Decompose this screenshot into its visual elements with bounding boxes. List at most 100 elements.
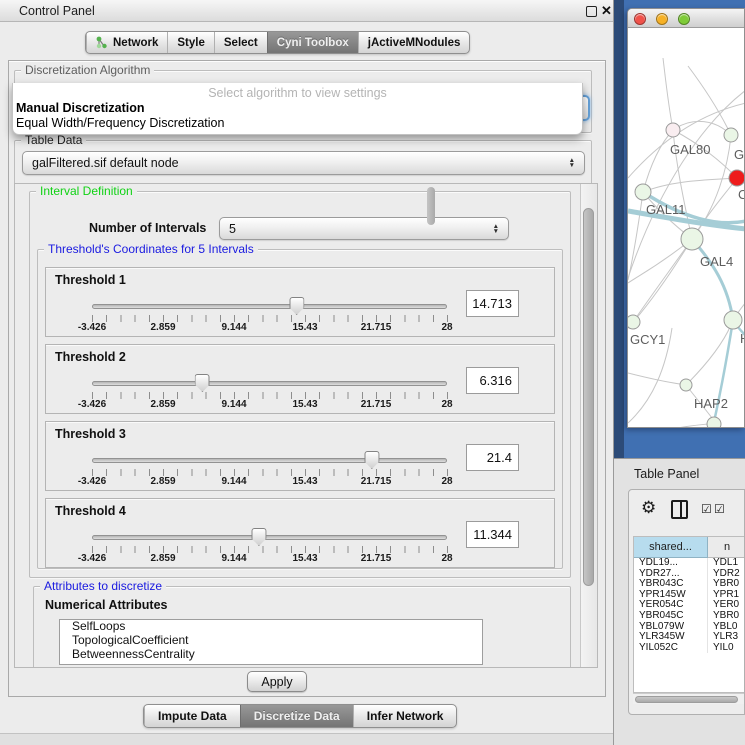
network-node — [707, 417, 721, 428]
window-edge-shadow — [614, 0, 624, 458]
threshold-row: Threshold 4 -3.4262.8599.14415.4321.7152… — [45, 498, 555, 568]
table-row[interactable]: YDL19... YDL1 — [634, 558, 745, 569]
slider-scale: -3.4262.8599.14415.4321.71528 — [92, 553, 447, 565]
table-cell[interactable]: YIL052C — [634, 643, 708, 654]
table-cell[interactable]: YIL0 — [708, 643, 745, 654]
table-row[interactable]: YBR045C YBR0 — [634, 611, 745, 622]
tick-label: -3.426 — [78, 553, 106, 564]
numerical-attributes-list[interactable]: SelfLoopsTopologicalCoefficientBetweenne… — [59, 619, 483, 665]
slider-thumb[interactable] — [364, 451, 379, 469]
checkbox-icon[interactable]: ☑ — [701, 502, 712, 516]
table-cell[interactable]: YBL079W — [634, 622, 708, 633]
top-tab[interactable]: jActiveMNodules — [358, 32, 470, 53]
horizontal-scrollbar-thumb[interactable] — [635, 696, 738, 703]
tick-label: 21.715 — [361, 322, 392, 333]
threshold-slider-track[interactable] — [92, 381, 447, 386]
vertical-scrollbar-thumb[interactable] — [583, 208, 594, 586]
tick-label: 28 — [441, 553, 452, 564]
close-icon[interactable]: ✕ — [601, 3, 612, 19]
table-cell[interactable]: YLR3 — [708, 632, 745, 643]
table-cell[interactable]: YDR2 — [708, 569, 745, 580]
table-row[interactable]: YLR345W YLR3 — [634, 632, 745, 643]
table-cell[interactable]: YPR145W — [634, 590, 708, 601]
number-of-intervals-combobox[interactable]: 5 ▲▼ — [219, 217, 509, 240]
table-row[interactable]: YDR27... YDR2 — [634, 569, 745, 580]
slider-thumb[interactable] — [195, 374, 210, 392]
table-toolbar: ⚙ ☑ ☑ — [629, 490, 744, 530]
table-rows: YDL19... YDL1 YDR27... YDR2 YBR043C YBR0… — [634, 558, 745, 653]
attributes-list-scrollbar[interactable] — [427, 187, 435, 225]
top-tab[interactable]: Cyni Toolbox — [267, 32, 358, 53]
checkbox-icon[interactable]: ☑ — [714, 502, 725, 516]
threshold-value-field[interactable]: 21.4 — [466, 444, 519, 471]
table-cell[interactable]: YER0 — [708, 600, 745, 611]
threshold-value-field[interactable]: 14.713 — [466, 290, 519, 317]
column-header-name[interactable]: n — [708, 537, 745, 558]
top-tab-label: Network — [113, 37, 158, 49]
table-row[interactable]: YER054C YER0 — [634, 600, 745, 611]
threshold-slider-track[interactable] — [92, 304, 447, 309]
attribute-list-item[interactable]: TopologicalCoefficient — [60, 634, 482, 648]
table-data-combobox[interactable]: galFiltered.sif default node ▲▼ — [22, 151, 585, 175]
threshold-row: Threshold 3 -3.4262.8599.14415.4321.7152… — [45, 421, 555, 491]
tick-label: 15.43 — [292, 399, 317, 410]
table-cell[interactable]: YDR27... — [634, 569, 708, 580]
bottom-tab[interactable]: Infer Network — [353, 705, 457, 727]
attributes-group-title: Attributes to discretize — [40, 579, 166, 593]
attribute-list-item[interactable]: BetweennessCentrality — [60, 648, 482, 662]
table-cell[interactable]: YBR043C — [634, 579, 708, 590]
slider-scale: -3.4262.8599.14415.4321.71528 — [92, 399, 447, 411]
float-window-icon[interactable] — [586, 6, 597, 17]
top-tab-label: Select — [224, 37, 258, 49]
top-tab[interactable]: Network — [86, 32, 167, 53]
table-cell[interactable]: YER054C — [634, 600, 708, 611]
table-cell[interactable]: YBL0 — [708, 622, 745, 633]
tick-label: -3.426 — [78, 399, 106, 410]
slider-thumb[interactable] — [251, 528, 266, 546]
attribute-list-item[interactable]: SelfLoops — [60, 620, 482, 634]
table-row[interactable]: YBR043C YBR0 — [634, 579, 745, 590]
slider-thumb[interactable] — [289, 297, 304, 315]
number-of-intervals-value: 5 — [229, 222, 236, 236]
close-traffic-light[interactable] — [634, 13, 646, 25]
table-row[interactable]: YBL079W YBL0 — [634, 622, 745, 633]
threshold-slider-track[interactable] — [92, 458, 447, 463]
bottom-tab[interactable]: Discretize Data — [240, 705, 353, 727]
minimize-traffic-light[interactable] — [656, 13, 668, 25]
slider-scale: -3.4262.8599.14415.4321.71528 — [92, 322, 447, 334]
network-canvas[interactable]: GAL80GAGAL11CGAL4GCY1HHAP2 — [628, 28, 745, 428]
table-row[interactable]: YPR145W YPR1 — [634, 590, 745, 601]
top-tab[interactable]: Select — [214, 32, 267, 53]
tick-label: 2.859 — [150, 553, 175, 564]
vertical-scrollbar[interactable] — [580, 184, 597, 667]
table-cell[interactable]: YLR345W — [634, 632, 708, 643]
zoom-traffic-light[interactable] — [678, 13, 690, 25]
threshold-label: Threshold 2 — [55, 350, 126, 364]
threshold-row: Threshold 2 -3.4262.8599.14415.4321.7152… — [45, 344, 555, 414]
column-header-shared[interactable]: shared... — [634, 537, 708, 558]
threshold-slider-track[interactable] — [92, 535, 447, 540]
dropdown-item-equal-width[interactable]: Equal Width/Frequency Discretization — [16, 116, 224, 130]
threshold-value-field[interactable]: 6.316 — [466, 367, 519, 394]
top-tab[interactable]: Style — [167, 32, 214, 53]
table-cell[interactable]: YDL1 — [708, 558, 745, 569]
panel-bottom-strip — [0, 733, 614, 745]
slider-ticks — [92, 546, 448, 553]
threshold-value-field[interactable]: 11.344 — [466, 521, 519, 548]
tick-label: 9.144 — [221, 553, 246, 564]
apply-button[interactable]: Apply — [247, 671, 307, 692]
dropdown-placeholder-item[interactable]: Select algorithm to view settings — [13, 86, 582, 100]
dropdown-item-manual-discretization[interactable]: Manual Discretization — [16, 101, 145, 115]
bottom-tab[interactable]: Impute Data — [144, 705, 240, 727]
table-cell[interactable]: YDL19... — [634, 558, 708, 569]
table-cell[interactable]: YPR1 — [708, 590, 745, 601]
table-cell[interactable]: YBR0 — [708, 611, 745, 622]
table-cell[interactable]: YBR045C — [634, 611, 708, 622]
table-row[interactable]: YIL052C YIL0 — [634, 643, 745, 654]
stepper-icon: ▲▼ — [569, 158, 575, 168]
column-layout-icon[interactable] — [671, 500, 688, 519]
horizontal-scrollbar[interactable] — [633, 693, 745, 704]
table-cell[interactable]: YBR0 — [708, 579, 745, 590]
gear-icon[interactable]: ⚙ — [641, 498, 656, 518]
node-table: shared... n YDL19... YDL1 YDR27... YDR2 … — [633, 536, 745, 693]
